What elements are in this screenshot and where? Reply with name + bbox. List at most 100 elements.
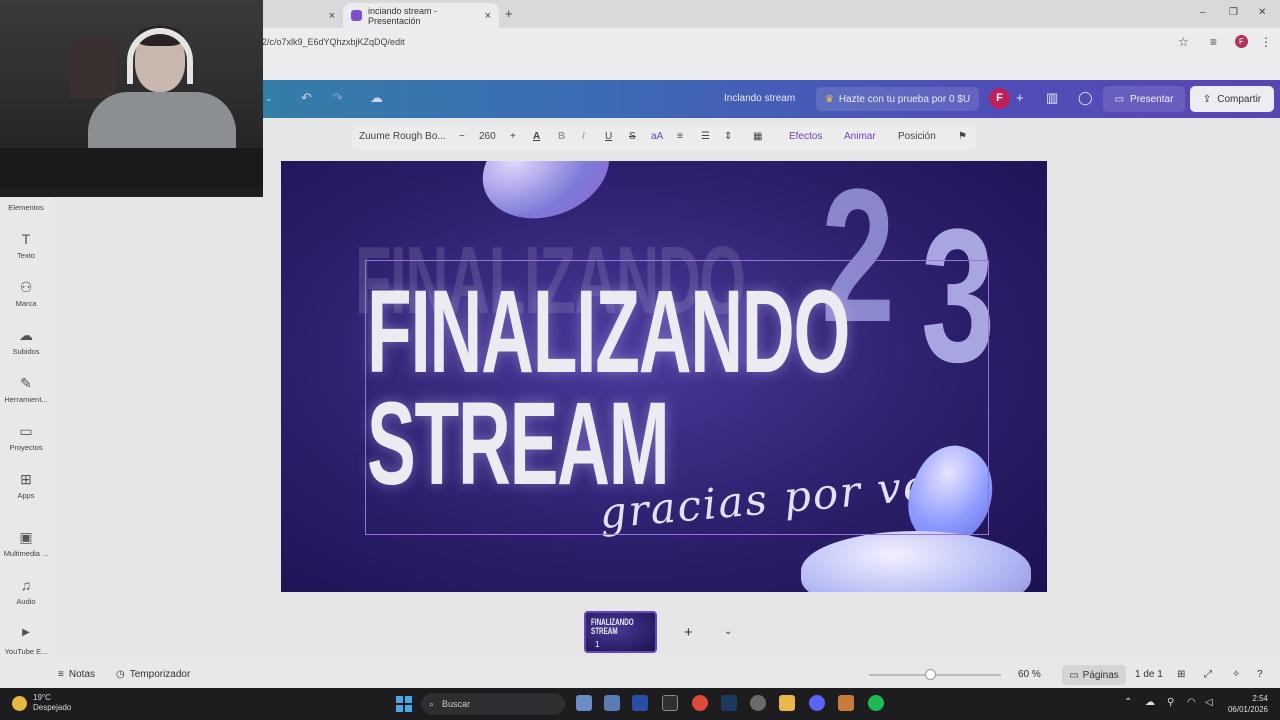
microphone-icon[interactable]: ⚲ — [1167, 697, 1174, 708]
animate-button[interactable]: Animar — [844, 131, 876, 142]
sidebar-item-label: Audio — [16, 597, 36, 606]
sidebar-item-label: Apps — [17, 491, 35, 500]
text-color-icon[interactable]: A — [533, 131, 540, 142]
page-thumbnail[interactable]: FINALIZANDO STREAM 1 — [584, 611, 657, 653]
browser-menu-icon[interactable]: ⋮ — [1260, 35, 1272, 49]
thumbnail-title: FINALIZANDO STREAM — [591, 618, 634, 636]
thumbnail-line-2: STREAM — [591, 626, 618, 636]
maximize-button[interactable]: ❐ — [1229, 7, 1238, 18]
font-size-input[interactable]: 260 — [479, 131, 496, 142]
timer-label: Temporizador — [129, 669, 191, 680]
weather-widget[interactable]: 19°C Despejado — [12, 693, 71, 713]
taskbar-clock[interactable]: 2:54 06/01/2026 — [1222, 693, 1268, 715]
text-toolbar: Zuume Rough Bo... − 260 + A B I U S aA ≡… — [352, 125, 976, 150]
help-icon[interactable]: ? — [1257, 669, 1263, 680]
browser-tab-active[interactable]: inciando stream - Presentación × — [343, 3, 499, 28]
notes-button[interactable]: ≡ Notas — [58, 669, 95, 680]
terminal-icon[interactable] — [662, 695, 678, 711]
timer-button[interactable]: ◷ Temporizador — [116, 669, 190, 680]
clock-date: 06/01/2026 — [1227, 705, 1268, 714]
taskbar-search[interactable]: ⌕ Buscar — [421, 693, 565, 715]
selection-box[interactable] — [365, 260, 989, 535]
redo-icon[interactable]: ↷ — [332, 90, 343, 106]
insights-chart-icon[interactable]: ▥ — [1046, 90, 1058, 106]
file-explorer-icon[interactable] — [779, 695, 795, 711]
sidebar-item-proyectos[interactable]: ▭ Proyectos — [0, 423, 52, 452]
sidebar-item-elementos[interactable]: Elementos — [0, 203, 52, 212]
obs-icon[interactable] — [750, 695, 766, 711]
windows-start-icon[interactable] — [396, 696, 412, 712]
sidebar-item-subidos[interactable]: ☁ Subidos — [0, 327, 52, 356]
cloud-save-icon[interactable]: ☁ — [370, 90, 383, 106]
document-title[interactable]: Inclando stream — [724, 93, 795, 104]
sidebar-item-herramientas[interactable]: ✎ Herramient... — [0, 375, 52, 404]
media-control-icon[interactable]: ≡ — [1210, 35, 1217, 49]
pages-button[interactable]: ▭ Páginas — [1062, 665, 1126, 685]
comment-icon[interactable]: ◯ — [1078, 90, 1093, 106]
browser-profile-avatar[interactable]: F — [1235, 35, 1248, 48]
bookmark-star-icon[interactable]: ☆ — [1178, 35, 1189, 49]
zoom-level[interactable]: 60 % — [1018, 669, 1041, 680]
app-icon[interactable] — [838, 695, 854, 711]
new-tab-button[interactable]: + — [505, 6, 513, 21]
volume-icon[interactable]: ◁ — [1205, 697, 1213, 708]
temperature: 19°C — [33, 693, 51, 702]
italic-icon[interactable]: I — [582, 131, 585, 142]
font-family-select[interactable]: Zuume Rough Bo... — [359, 131, 446, 142]
paint-format-icon[interactable]: ⚑ — [958, 131, 967, 142]
font-size-increase-button[interactable]: + — [510, 131, 516, 142]
undo-icon[interactable]: ↶ — [301, 90, 312, 106]
transparency-icon[interactable]: ▦ — [753, 131, 762, 142]
browser-tab-inactive[interactable]: × — [263, 3, 343, 28]
strikethrough-icon[interactable]: S — [629, 131, 636, 142]
sidebar-item-texto[interactable]: T Texto — [0, 231, 52, 260]
close-window-button[interactable]: ✕ — [1258, 7, 1266, 18]
chevron-down-icon[interactable]: ⌄ — [265, 93, 273, 104]
underline-icon[interactable]: U — [605, 131, 612, 142]
fullscreen-icon[interactable]: ⤢ — [1204, 669, 1212, 680]
close-tab-icon[interactable]: × — [329, 10, 335, 22]
effects-button[interactable]: Efectos — [789, 131, 822, 142]
align-left-icon[interactable]: ≡ — [677, 131, 683, 142]
url-field[interactable]: 2/c/o7xlk9_E6dYQhzxbjKZqDQ/edit — [262, 37, 405, 47]
wifi-icon[interactable]: ◠ — [1187, 697, 1196, 708]
chrome-icon[interactable] — [692, 695, 708, 711]
add-page-button[interactable]: + — [684, 624, 693, 641]
design-canvas[interactable]: 2 3 FINALIZANDO FINALIZANDO STREAM graci… — [281, 161, 1047, 592]
weather-status: Despejado — [33, 703, 72, 712]
steam-icon[interactable] — [721, 695, 737, 711]
trial-button[interactable]: ♛ Hazte con tu prueba por 0 $U — [816, 87, 979, 111]
settings-icon[interactable] — [604, 695, 620, 711]
sidebar-item-apps[interactable]: ⊞ Apps — [0, 471, 52, 500]
thumbnail-page-number: 1 — [595, 640, 600, 649]
zoom-slider-handle[interactable] — [925, 669, 936, 680]
bold-icon[interactable]: B — [558, 131, 565, 142]
sidebar-item-audio[interactable]: ♫ Audio — [0, 577, 52, 606]
app-icon[interactable] — [632, 695, 648, 711]
share-button[interactable]: ⇪ Compartir — [1190, 86, 1274, 112]
minimize-button[interactable]: – — [1200, 7, 1206, 18]
sidebar-item-youtube[interactable]: ▶ YouTube E... — [0, 627, 52, 656]
add-collaborator-icon[interactable]: + — [1016, 90, 1024, 105]
user-avatar[interactable]: F — [989, 88, 1010, 109]
letter-case-icon[interactable]: aA — [651, 131, 663, 142]
sidebar-item-marca[interactable]: ⚇ Marca — [0, 279, 52, 308]
present-button[interactable]: ▭ Presentar — [1103, 86, 1185, 112]
position-button[interactable]: Posición — [898, 131, 936, 142]
sidebar-item-multimedia[interactable]: ▣ Multimedia ... — [0, 529, 52, 558]
search-icon: ⌕ — [429, 698, 435, 709]
apps-icon: ⊞ — [20, 471, 32, 487]
spotify-icon[interactable] — [868, 695, 884, 711]
spacing-icon[interactable]: ⇕ — [724, 131, 732, 142]
chevron-down-icon[interactable]: ⌄ — [724, 626, 732, 637]
chevron-up-icon[interactable]: ⌃ — [1124, 697, 1132, 708]
discord-icon[interactable] — [809, 695, 825, 711]
list-icon[interactable]: ☰ — [701, 131, 710, 142]
grid-view-icon[interactable]: ⊞ — [1177, 669, 1185, 680]
font-size-decrease-button[interactable]: − — [459, 131, 465, 142]
magic-icon[interactable]: ✧ — [1232, 669, 1240, 680]
notes-label: Notas — [68, 669, 95, 680]
close-tab-icon[interactable]: × — [485, 10, 491, 22]
network-icon[interactable]: ☁ — [1145, 697, 1155, 708]
task-view-icon[interactable] — [576, 695, 592, 711]
